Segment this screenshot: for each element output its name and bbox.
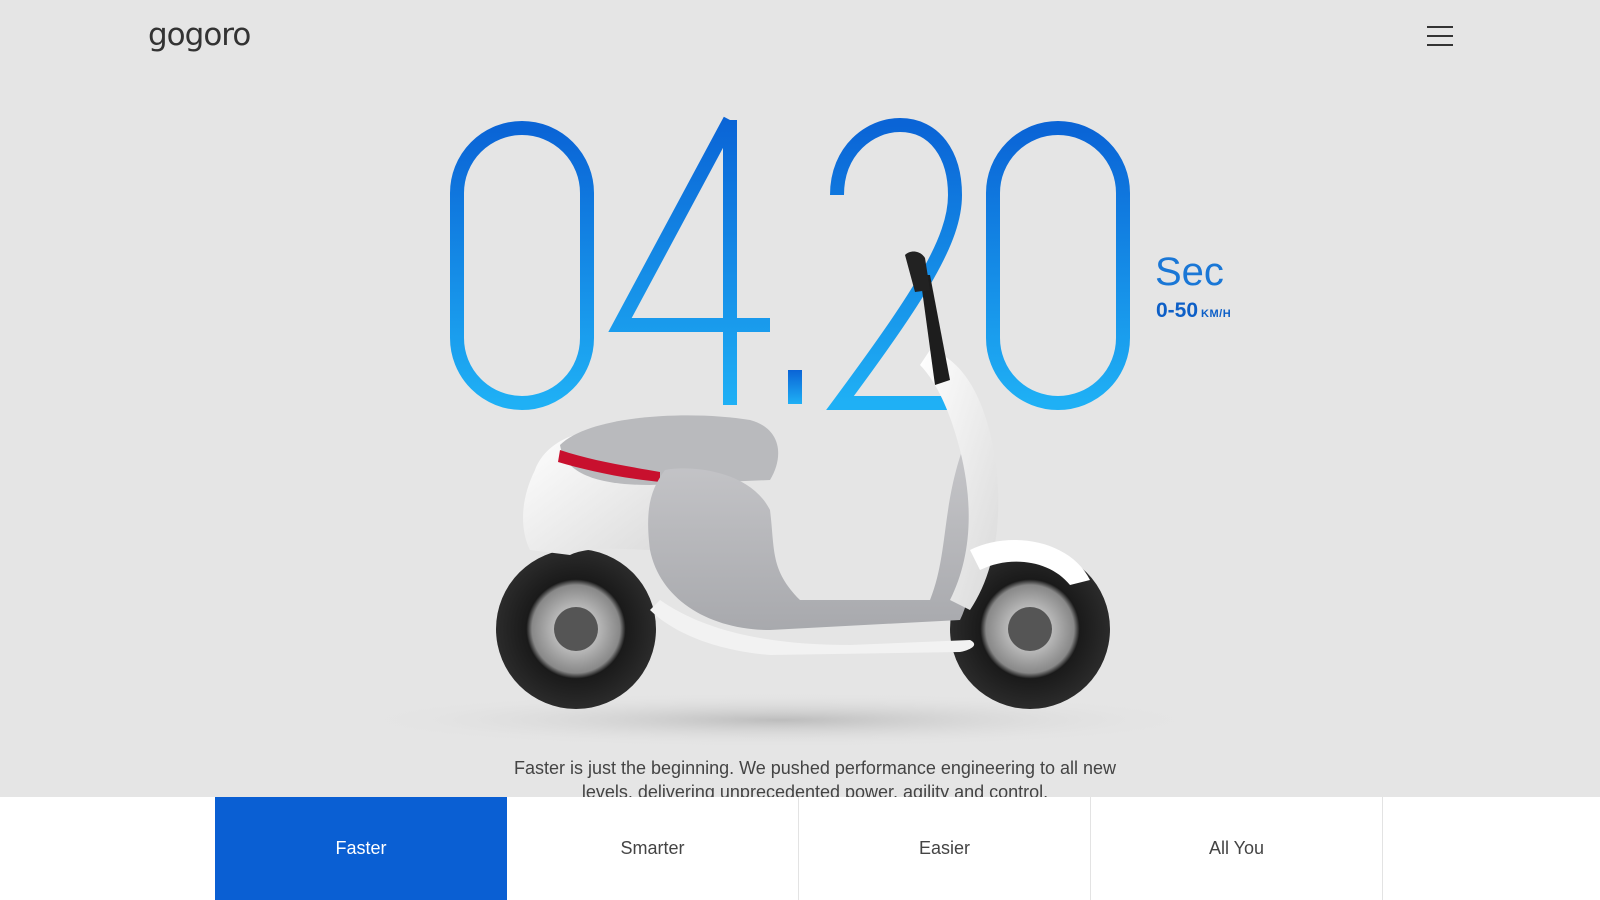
hero-section: Sec 0-50 KM/H Faster is just the beginni… bbox=[0, 80, 1600, 802]
gogoro-logo[interactable]: gogoro bbox=[148, 17, 251, 53]
tab-smarter-label: Smarter bbox=[620, 838, 685, 858]
hamburger-menu-icon[interactable] bbox=[1427, 26, 1453, 46]
tab-easier[interactable]: Easier bbox=[799, 797, 1091, 900]
tab-faster-label: Faster bbox=[335, 838, 387, 858]
feature-tabs-list: Faster Smarter Easier All You bbox=[215, 797, 1383, 900]
tab-smarter[interactable]: Smarter bbox=[507, 797, 799, 900]
header: gogoro bbox=[0, 0, 1600, 80]
scooter-image bbox=[330, 250, 1230, 750]
tab-all-you[interactable]: All You bbox=[1091, 797, 1383, 900]
tab-easier-label: Easier bbox=[918, 838, 971, 858]
tab-faster[interactable]: Faster bbox=[215, 797, 507, 900]
feature-tabs: Faster Smarter Easier All You bbox=[0, 797, 1600, 900]
tab-all-you-label: All You bbox=[1208, 838, 1265, 858]
